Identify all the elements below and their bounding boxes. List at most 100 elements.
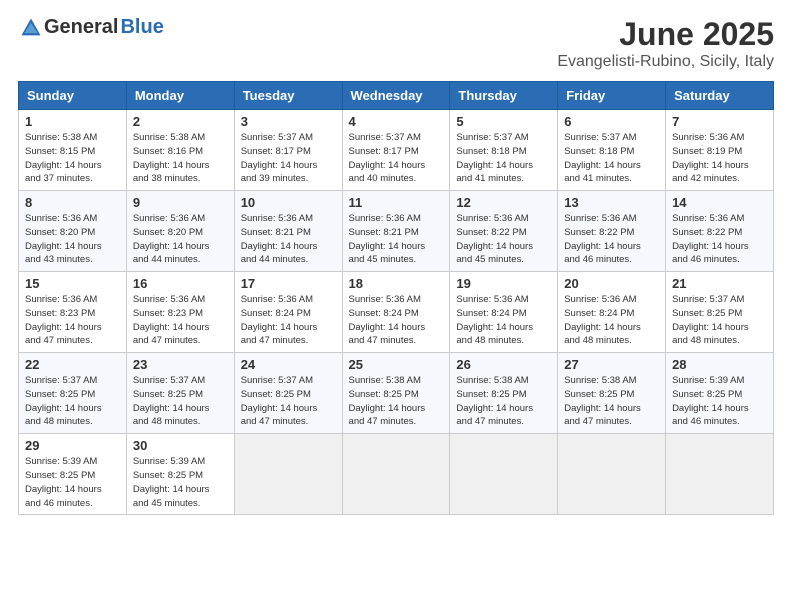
day-number: 13 <box>564 195 659 210</box>
col-friday: Friday <box>558 82 666 110</box>
calendar-cell: 10 Sunrise: 5:36 AMSunset: 8:21 PMDayligh… <box>234 191 342 272</box>
week-row-3: 22 Sunrise: 5:37 AMSunset: 8:25 PMDayligh… <box>19 353 774 434</box>
day-number: 29 <box>25 438 120 453</box>
calendar-cell: 15 Sunrise: 5:36 AMSunset: 8:23 PMDayligh… <box>19 272 127 353</box>
calendar-cell <box>558 434 666 515</box>
calendar-cell: 26 Sunrise: 5:38 AMSunset: 8:25 PMDayligh… <box>450 353 558 434</box>
main-title: June 2025 <box>557 16 774 53</box>
day-number: 15 <box>25 276 120 291</box>
day-number: 4 <box>349 114 444 129</box>
day-number: 6 <box>564 114 659 129</box>
day-info: Sunrise: 5:37 AMSunset: 8:25 PMDaylight:… <box>241 374 336 429</box>
calendar-cell: 20 Sunrise: 5:36 AMSunset: 8:24 PMDayligh… <box>558 272 666 353</box>
day-info: Sunrise: 5:37 AMSunset: 8:25 PMDaylight:… <box>133 374 228 429</box>
calendar-cell: 14Sunrise: 5:36 AMSunset: 8:22 PMDayligh… <box>666 191 774 272</box>
day-info: Sunrise: 5:39 AMSunset: 8:25 PMDaylight:… <box>672 374 767 429</box>
day-info: Sunrise: 5:36 AMSunset: 8:23 PMDaylight:… <box>133 293 228 348</box>
calendar-cell: 30Sunrise: 5:39 AMSunset: 8:25 PMDayligh… <box>126 434 234 515</box>
calendar-cell: 2 Sunrise: 5:38 AMSunset: 8:16 PMDaylight… <box>126 110 234 191</box>
week-row-1: 8 Sunrise: 5:36 AMSunset: 8:20 PMDaylight… <box>19 191 774 272</box>
day-number: 8 <box>25 195 120 210</box>
day-number: 20 <box>564 276 659 291</box>
logo-icon <box>20 17 42 39</box>
col-sunday: Sunday <box>19 82 127 110</box>
day-number: 26 <box>456 357 551 372</box>
calendar-cell: 12 Sunrise: 5:36 AMSunset: 8:22 PMDayligh… <box>450 191 558 272</box>
day-number: 21 <box>672 276 767 291</box>
calendar-cell <box>450 434 558 515</box>
day-info: Sunrise: 5:38 AMSunset: 8:15 PMDaylight:… <box>25 131 120 186</box>
day-number: 1 <box>25 114 120 129</box>
day-number: 12 <box>456 195 551 210</box>
calendar-cell <box>666 434 774 515</box>
day-info: Sunrise: 5:37 AMSunset: 8:17 PMDaylight:… <box>241 131 336 186</box>
calendar-cell: 25 Sunrise: 5:38 AMSunset: 8:25 PMDayligh… <box>342 353 450 434</box>
day-number: 24 <box>241 357 336 372</box>
day-info: Sunrise: 5:36 AMSunset: 8:21 PMDaylight:… <box>241 212 336 267</box>
day-info: Sunrise: 5:37 AMSunset: 8:25 PMDaylight:… <box>25 374 120 429</box>
day-info: Sunrise: 5:36 AMSunset: 8:22 PMDaylight:… <box>456 212 551 267</box>
day-info: Sunrise: 5:39 AMSunset: 8:25 PMDaylight:… <box>133 455 228 510</box>
day-info: Sunrise: 5:37 AMSunset: 8:18 PMDaylight:… <box>564 131 659 186</box>
day-info: Sunrise: 5:36 AMSunset: 8:23 PMDaylight:… <box>25 293 120 348</box>
calendar-cell: 1 Sunrise: 5:38 AMSunset: 8:15 PMDaylight… <box>19 110 127 191</box>
calendar-cell: 29 Sunrise: 5:39 AMSunset: 8:25 PMDayligh… <box>19 434 127 515</box>
calendar-cell: 3 Sunrise: 5:37 AMSunset: 8:17 PMDaylight… <box>234 110 342 191</box>
col-monday: Monday <box>126 82 234 110</box>
day-number: 27 <box>564 357 659 372</box>
day-info: Sunrise: 5:36 AMSunset: 8:20 PMDaylight:… <box>25 212 120 267</box>
day-info: Sunrise: 5:36 AMSunset: 8:24 PMDaylight:… <box>564 293 659 348</box>
calendar-cell: 16 Sunrise: 5:36 AMSunset: 8:23 PMDayligh… <box>126 272 234 353</box>
day-info: Sunrise: 5:36 AMSunset: 8:19 PMDaylight:… <box>672 131 767 186</box>
day-info: Sunrise: 5:37 AMSunset: 8:17 PMDaylight:… <box>349 131 444 186</box>
day-number: 11 <box>349 195 444 210</box>
calendar-cell: 5Sunrise: 5:37 AMSunset: 8:18 PMDaylight… <box>450 110 558 191</box>
day-info: Sunrise: 5:37 AMSunset: 8:25 PMDaylight:… <box>672 293 767 348</box>
calendar-cell: 22 Sunrise: 5:37 AMSunset: 8:25 PMDayligh… <box>19 353 127 434</box>
calendar-cell: 24 Sunrise: 5:37 AMSunset: 8:25 PMDayligh… <box>234 353 342 434</box>
day-number: 25 <box>349 357 444 372</box>
calendar-cell: 6 Sunrise: 5:37 AMSunset: 8:18 PMDaylight… <box>558 110 666 191</box>
calendar-cell: 23 Sunrise: 5:37 AMSunset: 8:25 PMDayligh… <box>126 353 234 434</box>
day-number: 28 <box>672 357 767 372</box>
header: GeneralBlue June 2025 Evangelisti-Rubino… <box>18 16 774 71</box>
calendar-cell: 9 Sunrise: 5:36 AMSunset: 8:20 PMDaylight… <box>126 191 234 272</box>
calendar-cell: 4 Sunrise: 5:37 AMSunset: 8:17 PMDaylight… <box>342 110 450 191</box>
day-number: 10 <box>241 195 336 210</box>
day-info: Sunrise: 5:38 AMSunset: 8:25 PMDaylight:… <box>349 374 444 429</box>
week-row-2: 15 Sunrise: 5:36 AMSunset: 8:23 PMDayligh… <box>19 272 774 353</box>
day-number: 9 <box>133 195 228 210</box>
logo-blue-text: Blue <box>120 16 163 39</box>
day-number: 17 <box>241 276 336 291</box>
day-number: 2 <box>133 114 228 129</box>
calendar-cell <box>234 434 342 515</box>
day-number: 16 <box>133 276 228 291</box>
col-tuesday: Tuesday <box>234 82 342 110</box>
day-number: 18 <box>349 276 444 291</box>
col-thursday: Thursday <box>450 82 558 110</box>
day-number: 3 <box>241 114 336 129</box>
day-info: Sunrise: 5:36 AMSunset: 8:20 PMDaylight:… <box>133 212 228 267</box>
title-area: June 2025 Evangelisti-Rubino, Sicily, It… <box>557 16 774 71</box>
day-info: Sunrise: 5:36 AMSunset: 8:22 PMDaylight:… <box>564 212 659 267</box>
col-saturday: Saturday <box>666 82 774 110</box>
page: GeneralBlue June 2025 Evangelisti-Rubino… <box>0 0 792 612</box>
day-number: 5 <box>456 114 551 129</box>
day-info: Sunrise: 5:36 AMSunset: 8:24 PMDaylight:… <box>456 293 551 348</box>
day-number: 23 <box>133 357 228 372</box>
calendar-cell: 7Sunrise: 5:36 AMSunset: 8:19 PMDaylight… <box>666 110 774 191</box>
calendar-cell: 28 Sunrise: 5:39 AMSunset: 8:25 PMDayligh… <box>666 353 774 434</box>
day-info: Sunrise: 5:36 AMSunset: 8:24 PMDaylight:… <box>241 293 336 348</box>
day-info: Sunrise: 5:36 AMSunset: 8:21 PMDaylight:… <box>349 212 444 267</box>
week-row-4: 29 Sunrise: 5:39 AMSunset: 8:25 PMDayligh… <box>19 434 774 515</box>
logo: GeneralBlue <box>18 16 164 39</box>
day-info: Sunrise: 5:39 AMSunset: 8:25 PMDaylight:… <box>25 455 120 510</box>
day-info: Sunrise: 5:38 AMSunset: 8:25 PMDaylight:… <box>456 374 551 429</box>
logo-area: GeneralBlue <box>18 16 164 39</box>
calendar-cell: 21 Sunrise: 5:37 AMSunset: 8:25 PMDayligh… <box>666 272 774 353</box>
header-row: Sunday Monday Tuesday Wednesday Thursday… <box>19 82 774 110</box>
day-number: 22 <box>25 357 120 372</box>
day-number: 19 <box>456 276 551 291</box>
day-info: Sunrise: 5:38 AMSunset: 8:16 PMDaylight:… <box>133 131 228 186</box>
calendar: Sunday Monday Tuesday Wednesday Thursday… <box>18 81 774 515</box>
